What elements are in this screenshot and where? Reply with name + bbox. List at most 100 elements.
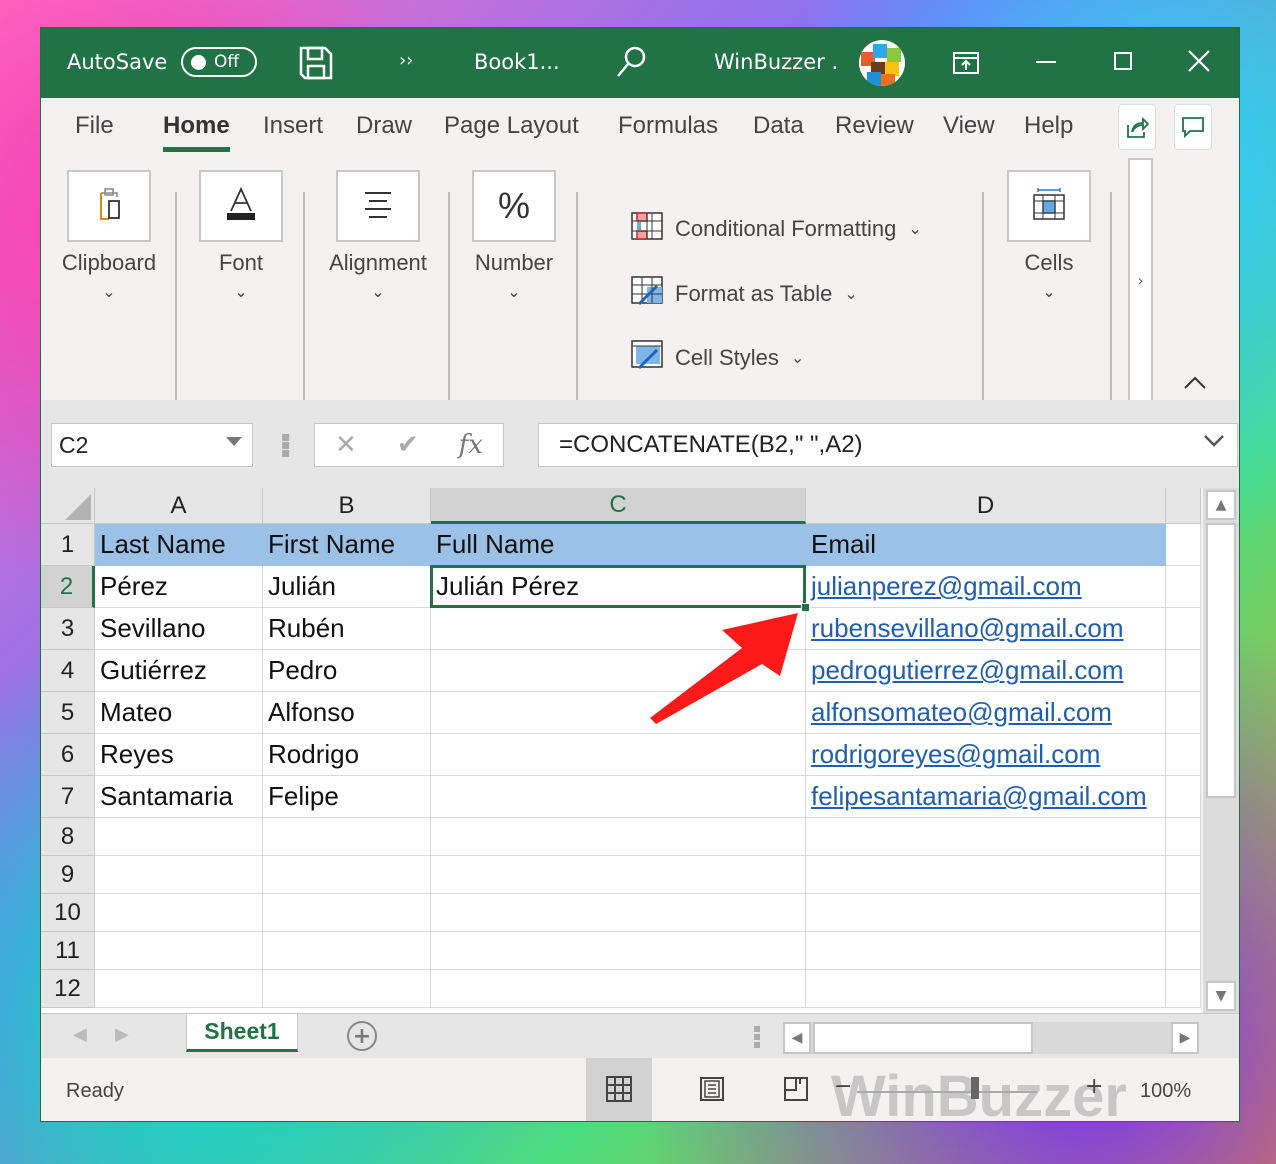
add-sheet-button[interactable]: + xyxy=(347,1021,377,1051)
cell[interactable] xyxy=(1166,566,1201,608)
cell[interactable] xyxy=(806,894,1166,932)
avatar[interactable] xyxy=(859,40,905,86)
select-all-button[interactable] xyxy=(41,488,95,524)
tab-view[interactable]: View xyxy=(943,112,995,140)
cell[interactable] xyxy=(431,818,806,856)
zoom-slider[interactable] xyxy=(857,1091,1037,1093)
row-header[interactable]: 2 xyxy=(41,566,95,608)
horizontal-scrollbar[interactable]: ◀ ▶ xyxy=(783,1022,1199,1054)
close-icon[interactable] xyxy=(1188,50,1210,72)
cell[interactable] xyxy=(806,856,1166,894)
number-button[interactable]: % xyxy=(472,170,556,242)
column-header-e[interactable] xyxy=(1166,488,1201,524)
zoom-in-button[interactable]: + xyxy=(1085,1074,1103,1099)
horizontal-scroll-thumb[interactable] xyxy=(813,1022,1033,1054)
scroll-up-button[interactable]: ▲ xyxy=(1206,490,1236,520)
tab-file[interactable]: File xyxy=(75,112,114,140)
fill-handle[interactable] xyxy=(801,603,810,612)
cell[interactable]: Sevillano xyxy=(95,608,263,650)
column-header-b[interactable]: B xyxy=(263,488,431,524)
cell[interactable] xyxy=(1166,734,1201,776)
row-header[interactable]: 3 xyxy=(41,608,95,650)
scroll-right-button[interactable]: ▶ xyxy=(1171,1022,1199,1054)
ribbon-scroll-right-button[interactable]: › xyxy=(1128,158,1153,403)
prev-sheet-icon[interactable]: ◀ xyxy=(73,1024,87,1045)
alignment-button[interactable] xyxy=(336,170,420,242)
spreadsheet-grid[interactable]: A B C D 1 Last Name First Name Full Name Email 2 P… xyxy=(41,488,1201,1013)
cell[interactable]: Julián xyxy=(263,566,431,608)
cell[interactable] xyxy=(263,818,431,856)
cell[interactable] xyxy=(95,894,263,932)
page-layout-view-button[interactable] xyxy=(679,1058,745,1121)
conditional-formatting-button[interactable]: Conditional Formatting ⌄ xyxy=(631,212,922,246)
zoom-out-button[interactable]: − xyxy=(834,1074,852,1099)
email-link-cell[interactable]: julianperez@gmail.com xyxy=(806,566,1166,608)
cell[interactable]: Santamaria xyxy=(95,776,263,818)
cell[interactable] xyxy=(431,932,806,970)
cell[interactable] xyxy=(1166,894,1201,932)
cell[interactable] xyxy=(431,692,806,734)
minimize-icon[interactable] xyxy=(1036,61,1056,63)
tab-help[interactable]: Help xyxy=(1024,112,1073,140)
autosave-toggle[interactable]: Off xyxy=(181,47,257,77)
cell[interactable] xyxy=(806,818,1166,856)
cell[interactable]: Julián Pérez xyxy=(431,566,806,608)
cell[interactable] xyxy=(263,932,431,970)
tab-page-layout[interactable]: Page Layout xyxy=(444,112,579,140)
insert-function-icon[interactable]: fx xyxy=(459,430,483,460)
user-name[interactable]: WinBuzzer . xyxy=(714,50,838,74)
next-sheet-icon[interactable]: ▶ xyxy=(115,1024,129,1045)
cell[interactable] xyxy=(431,894,806,932)
email-link-cell[interactable]: rubensevillano@gmail.com xyxy=(806,608,1166,650)
search-icon[interactable] xyxy=(616,46,646,78)
sheet-tab-sheet1[interactable]: Sheet1 xyxy=(186,1014,298,1052)
comments-icon[interactable] xyxy=(1174,104,1212,150)
cell[interactable] xyxy=(1166,856,1201,894)
zoom-slider-thumb[interactable] xyxy=(971,1077,979,1099)
cell[interactable]: Rodrigo xyxy=(263,734,431,776)
tab-home[interactable]: Home xyxy=(163,112,230,152)
row-header[interactable]: 9 xyxy=(41,856,95,894)
document-title[interactable]: Book1... xyxy=(474,50,560,74)
chevron-down-icon[interactable]: ⌄ xyxy=(199,282,283,301)
header-cell[interactable]: Email xyxy=(806,524,1166,566)
cell[interactable] xyxy=(95,970,263,1008)
tab-split-handle[interactable]: ▪ ▪ ▪ xyxy=(753,1022,761,1050)
dropdown-arrow-icon[interactable] xyxy=(226,437,242,446)
cell[interactable] xyxy=(95,932,263,970)
name-box[interactable]: C2 xyxy=(51,423,253,467)
cell[interactable] xyxy=(1166,650,1201,692)
cell[interactable] xyxy=(1166,818,1201,856)
row-header[interactable]: 10 xyxy=(41,894,95,932)
cell[interactable]: Mateo xyxy=(95,692,263,734)
tab-review[interactable]: Review xyxy=(835,112,914,140)
row-header[interactable]: 6 xyxy=(41,734,95,776)
chevron-down-icon[interactable]: ⌄ xyxy=(317,282,439,301)
cell[interactable]: Gutiérrez xyxy=(95,650,263,692)
drag-handle[interactable]: ▪ ▪ ▪ xyxy=(281,430,291,460)
cell[interactable]: Pérez xyxy=(95,566,263,608)
row-header[interactable]: 1 xyxy=(41,524,95,566)
chevron-down-icon[interactable]: ⌄ xyxy=(461,282,567,301)
scroll-left-button[interactable]: ◀ xyxy=(783,1022,811,1054)
row-header[interactable]: 4 xyxy=(41,650,95,692)
maximize-icon[interactable] xyxy=(1114,52,1132,70)
share-icon[interactable] xyxy=(1118,104,1156,150)
column-header-a[interactable]: A xyxy=(95,488,263,524)
header-cell[interactable]: First Name xyxy=(263,524,431,566)
cell[interactable]: Reyes xyxy=(95,734,263,776)
cell[interactable] xyxy=(95,818,263,856)
cell[interactable] xyxy=(1166,776,1201,818)
normal-view-button[interactable] xyxy=(586,1058,652,1121)
cell[interactable] xyxy=(806,970,1166,1008)
row-header[interactable]: 7 xyxy=(41,776,95,818)
collapse-ribbon-icon[interactable] xyxy=(1184,371,1206,395)
cell[interactable] xyxy=(431,856,806,894)
ribbon-display-icon[interactable] xyxy=(953,52,979,74)
chevron-down-icon[interactable]: ⌄ xyxy=(1007,282,1091,301)
header-cell[interactable]: Last Name xyxy=(95,524,263,566)
scroll-down-button[interactable]: ▼ xyxy=(1206,981,1236,1011)
email-link-cell[interactable]: felipesantamaria@gmail.com xyxy=(806,776,1166,818)
cell[interactable] xyxy=(431,650,806,692)
cell[interactable] xyxy=(1166,970,1201,1008)
